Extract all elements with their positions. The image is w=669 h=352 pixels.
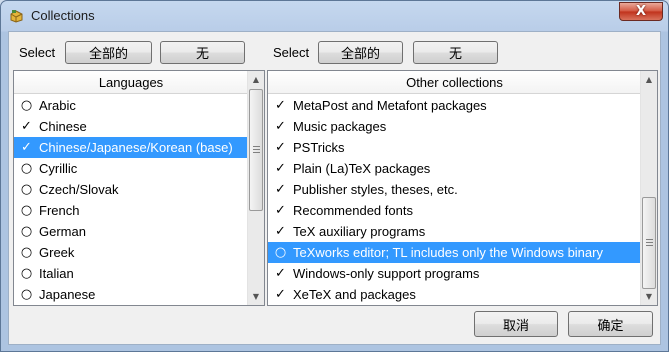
list-item[interactable]: ✓ PSTricks — [268, 137, 641, 158]
list-item-label: Publisher styles, theses, etc. — [293, 182, 458, 197]
list-item[interactable]: ○ Greek — [14, 242, 248, 263]
languages-list[interactable]: Languages ○ Arabic ✓ Chinese ✓ Chinese/Japane… — [13, 70, 265, 306]
list-item-label: XeTeX and packages — [293, 287, 416, 302]
left-select-none-button[interactable]: 无 — [160, 41, 245, 64]
checkmark-icon[interactable]: ✓ — [268, 98, 293, 113]
list-item-label: German — [39, 224, 86, 239]
left-select-all-button[interactable]: 全部的 — [65, 41, 152, 64]
other-collections-scrollbar[interactable]: ▲ ▼ — [640, 71, 657, 305]
list-item-label: Chinese/Japanese/Korean (base) — [39, 140, 233, 155]
list-item-label: Recommended fonts — [293, 203, 413, 218]
close-icon: X — [635, 4, 647, 19]
list-item-label: Chinese — [39, 119, 87, 134]
unchecked-circle-icon[interactable]: ○ — [14, 203, 39, 218]
checkmark-icon[interactable]: ✓ — [268, 287, 293, 302]
list-item[interactable]: ✓ Plain (La)TeX packages — [268, 158, 641, 179]
list-item[interactable]: ✓ Recommended fonts — [268, 200, 641, 221]
scroll-up-icon[interactable]: ▲ — [248, 71, 264, 88]
list-item-label: Greek — [39, 245, 75, 260]
unchecked-circle-icon[interactable]: ○ — [14, 245, 39, 260]
title-bar[interactable]: Collections X — [1, 1, 668, 31]
checkmark-icon[interactable]: ✓ — [268, 161, 293, 176]
list-item[interactable]: ○ Arabic — [14, 95, 248, 116]
checkmark-icon[interactable]: ✓ — [268, 182, 293, 197]
window-title: Collections — [31, 8, 95, 23]
checkmark-icon[interactable]: ✓ — [268, 203, 293, 218]
scrollbar-thumb[interactable] — [642, 197, 656, 289]
list-item-label: Plain (La)TeX packages — [293, 161, 431, 176]
list-item[interactable]: ✓ Chinese/Japanese/Korean (base) — [14, 137, 248, 158]
list-item[interactable]: ✓ Music packages — [268, 116, 641, 137]
checkmark-icon[interactable]: ✓ — [268, 266, 293, 281]
list-item-label: MetaPost and Metafont packages — [293, 98, 487, 113]
list-item[interactable]: ○ French — [14, 200, 248, 221]
other-collections-header[interactable]: Other collections — [268, 71, 641, 94]
left-select-label: Select — [19, 45, 56, 60]
list-item[interactable]: ○ Italian — [14, 263, 248, 284]
checkmark-icon[interactable]: ✓ — [268, 140, 293, 155]
list-item[interactable]: ✓ Publisher styles, theses, etc. — [268, 179, 641, 200]
languages-scrollbar[interactable]: ▲ ▼ — [247, 71, 264, 305]
list-item-label: TeXworks editor; TL includes only the Wi… — [293, 245, 603, 260]
list-item[interactable]: ○ German — [14, 221, 248, 242]
unchecked-circle-icon[interactable]: ○ — [14, 266, 39, 281]
close-button[interactable]: X — [619, 2, 663, 21]
list-item-label: Italian — [39, 266, 74, 281]
collections-dialog: Collections X Select 全部的 无 Select 全部的 无 … — [0, 0, 669, 352]
list-item[interactable]: ✓ TeX auxiliary programs — [268, 221, 641, 242]
list-item-label: TeX auxiliary programs — [293, 224, 426, 239]
unchecked-circle-icon[interactable]: ○ — [14, 161, 39, 176]
list-item-label: Japanese — [39, 287, 96, 302]
list-item-label: PSTricks — [293, 140, 345, 155]
unchecked-circle-icon[interactable]: ○ — [268, 245, 293, 260]
unchecked-circle-icon[interactable]: ○ — [14, 182, 39, 197]
package-icon — [10, 10, 23, 23]
checkmark-icon[interactable]: ✓ — [14, 140, 39, 155]
cancel-button[interactable]: 取消 — [474, 311, 558, 337]
scroll-up-icon[interactable]: ▲ — [641, 71, 657, 88]
scrollbar-thumb[interactable] — [249, 89, 263, 211]
scroll-down-icon[interactable]: ▼ — [248, 288, 264, 305]
list-item-label: Music packages — [293, 119, 387, 134]
checkmark-icon[interactable]: ✓ — [268, 224, 293, 239]
list-item[interactable]: ✓ MetaPost and Metafont packages — [268, 95, 641, 116]
list-item[interactable]: ○ Czech/Slovak — [14, 179, 248, 200]
other-collections-list[interactable]: Other collections ✓ MetaPost and Metafont… — [267, 70, 658, 306]
list-item-label: French — [39, 203, 80, 218]
list-item-label: Windows-only support programs — [293, 266, 480, 281]
list-item-label: Arabic — [39, 98, 76, 113]
right-select-label: Select — [273, 45, 310, 60]
ok-button[interactable]: 确定 — [568, 311, 653, 337]
list-item[interactable]: ✓ Windows-only support programs — [268, 263, 641, 284]
languages-header[interactable]: Languages — [14, 71, 248, 94]
list-item[interactable]: ✓ XeTeX and packages — [268, 284, 641, 305]
unchecked-circle-icon[interactable]: ○ — [14, 224, 39, 239]
unchecked-circle-icon[interactable]: ○ — [14, 98, 39, 113]
checkmark-icon[interactable]: ✓ — [14, 119, 39, 134]
list-item[interactable]: ○ TeXworks editor; TL includes only the W… — [268, 242, 641, 263]
right-select-all-button[interactable]: 全部的 — [318, 41, 403, 64]
list-item-label: Czech/Slovak — [39, 182, 119, 197]
list-item[interactable]: ✓ Chinese — [14, 116, 248, 137]
scroll-down-icon[interactable]: ▼ — [641, 288, 657, 305]
right-select-none-button[interactable]: 无 — [413, 41, 498, 64]
dialog-body: Select 全部的 无 Select 全部的 无 Languages ○ Ara… — [8, 31, 661, 345]
list-item[interactable]: ○ Cyrillic — [14, 158, 248, 179]
checkmark-icon[interactable]: ✓ — [268, 119, 293, 134]
list-item[interactable]: ○ Japanese — [14, 284, 248, 305]
list-item-label: Cyrillic — [39, 161, 78, 176]
unchecked-circle-icon[interactable]: ○ — [14, 287, 39, 302]
